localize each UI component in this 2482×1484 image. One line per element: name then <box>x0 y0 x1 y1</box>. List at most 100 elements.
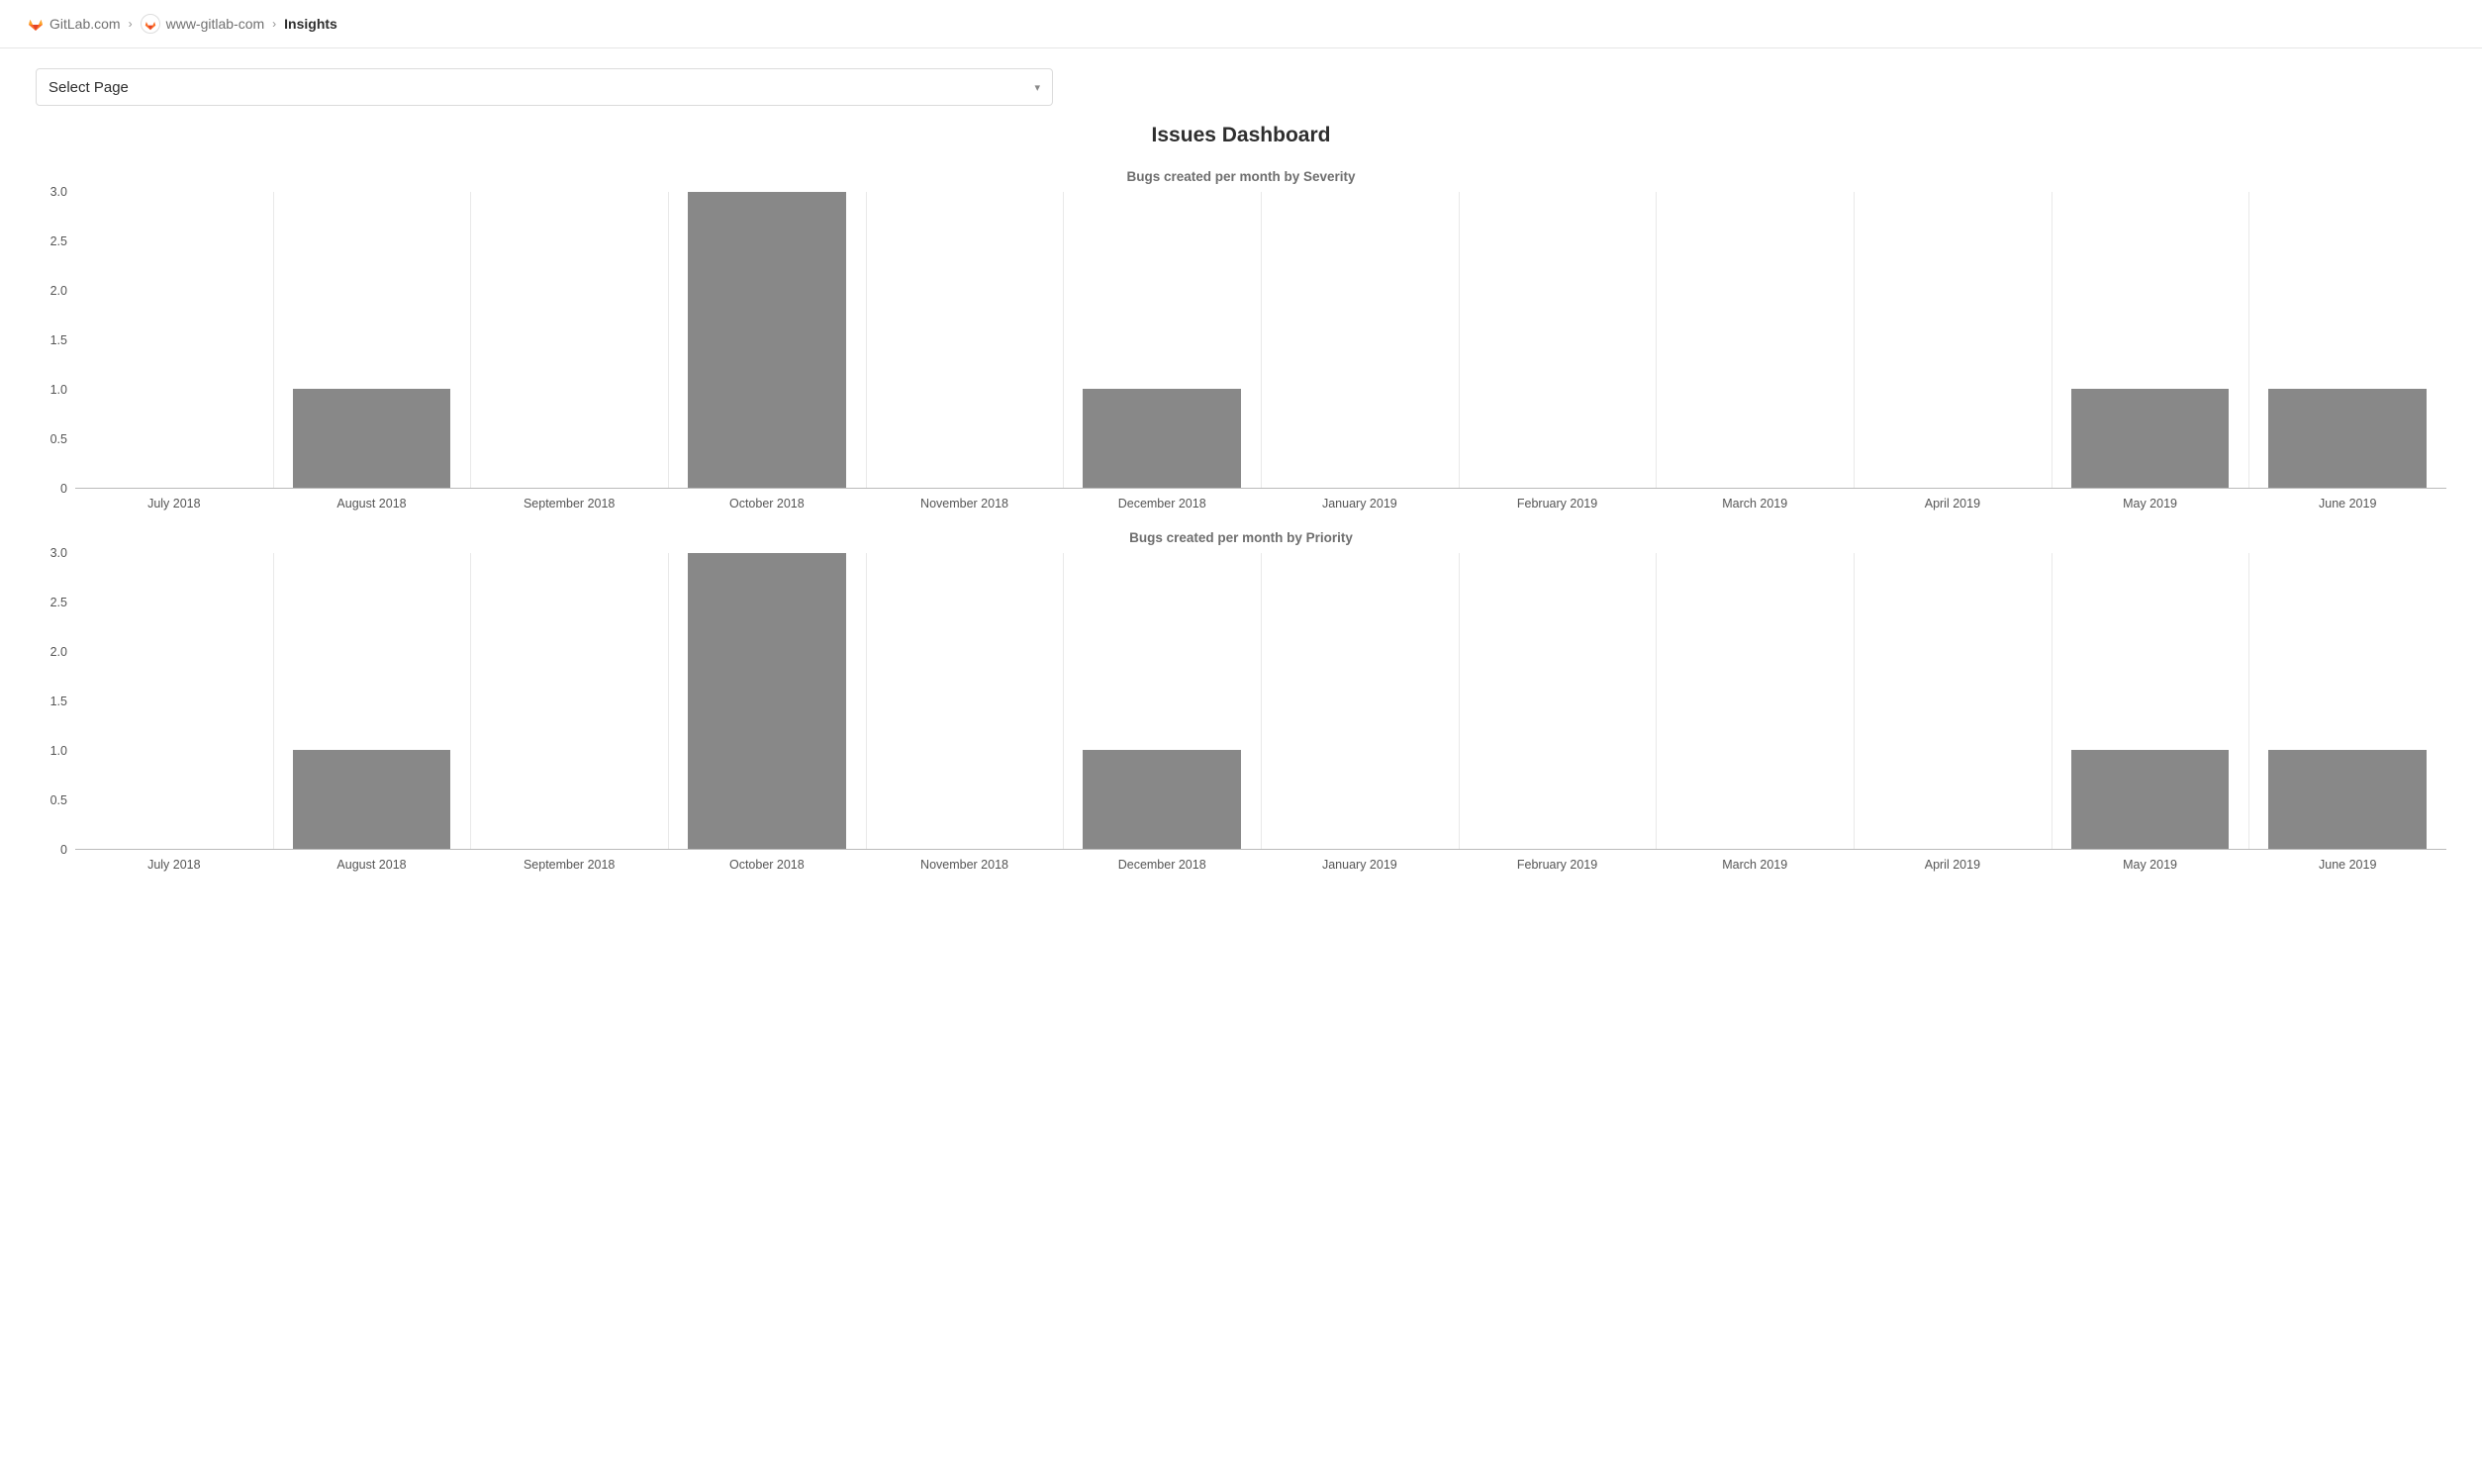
chevron-right-icon: › <box>129 17 133 31</box>
x-tick-label: August 2018 <box>273 858 471 872</box>
bar-column <box>1063 553 1261 849</box>
bar-column <box>668 553 866 849</box>
bar-column <box>273 553 471 849</box>
bar-column <box>1656 553 1854 849</box>
bar-column <box>1459 192 1657 488</box>
x-tick-label: November 2018 <box>866 497 1064 510</box>
bar-column <box>75 553 273 849</box>
y-tick-label: 0 <box>60 482 67 496</box>
bar-column <box>668 192 866 488</box>
main-content: Select Page ▾ Issues Dashboard Bugs crea… <box>0 48 2482 921</box>
x-tick-label: September 2018 <box>470 497 668 510</box>
x-tick-label: April 2019 <box>1854 858 2052 872</box>
x-tick-label: February 2019 <box>1459 858 1657 872</box>
y-tick-label: 0.5 <box>50 432 67 446</box>
x-tick-label: June 2019 <box>2248 497 2446 510</box>
bar-column <box>2248 553 2446 849</box>
x-tick-label: November 2018 <box>866 858 1064 872</box>
chart: 00.51.01.52.02.53.0 <box>36 553 2446 850</box>
bar[interactable] <box>688 192 846 488</box>
y-tick-label: 2.0 <box>50 645 67 659</box>
plot-area <box>75 553 2446 850</box>
x-tick-label: July 2018 <box>75 858 273 872</box>
x-tick-label: March 2019 <box>1656 858 1854 872</box>
bar-column <box>2052 192 2249 488</box>
breadcrumb-item[interactable]: GitLab.com <box>28 16 121 32</box>
x-axis: July 2018August 2018September 2018Octobe… <box>75 850 2446 872</box>
chevron-right-icon: › <box>272 17 276 31</box>
bar-column <box>1459 553 1657 849</box>
breadcrumb-label: GitLab.com <box>49 16 121 32</box>
y-axis: 00.51.01.52.02.53.0 <box>36 553 75 850</box>
bar[interactable] <box>1083 389 1241 488</box>
y-tick-label: 2.5 <box>50 596 67 609</box>
gitlab-icon <box>28 16 44 32</box>
bar-column <box>1854 553 2052 849</box>
y-tick-label: 2.0 <box>50 284 67 298</box>
x-tick-label: January 2019 <box>1261 858 1459 872</box>
chart-title: Bugs created per month by Priority <box>36 530 2446 545</box>
y-tick-label: 0 <box>60 843 67 857</box>
bar[interactable] <box>688 553 846 849</box>
bars <box>75 192 2446 488</box>
chart-block: Bugs created per month by Severity 0 0.5 1.… <box>36 169 2446 510</box>
bar-column <box>2052 553 2249 849</box>
bar[interactable] <box>293 389 451 488</box>
x-tick-label: October 2018 <box>668 858 866 872</box>
bar-column <box>470 192 668 488</box>
bar-column <box>1261 553 1459 849</box>
x-tick-label: January 2019 <box>1261 497 1459 510</box>
x-axis: July 2018August 2018September 2018Octobe… <box>75 489 2446 510</box>
y-tick-label: 1.0 <box>50 383 67 397</box>
x-tick-label: October 2018 <box>668 497 866 510</box>
page-title: Issues Dashboard <box>36 124 2446 147</box>
y-tick-label: 1.5 <box>50 333 67 347</box>
x-tick-label: December 2018 <box>1063 497 1261 510</box>
x-tick-label: December 2018 <box>1063 858 1261 872</box>
bar-column <box>75 192 273 488</box>
y-tick-label: 1.0 <box>50 744 67 758</box>
x-tick-label: March 2019 <box>1656 497 1854 510</box>
y-tick-label: 3.0 <box>50 185 67 199</box>
page-select-label: Select Page <box>48 79 129 96</box>
bar[interactable] <box>1083 750 1241 849</box>
bar[interactable] <box>2071 750 2230 849</box>
chevron-down-icon: ▾ <box>1034 81 1040 94</box>
x-tick-label: September 2018 <box>470 858 668 872</box>
chart-title: Bugs created per month by Severity <box>36 169 2446 184</box>
bar[interactable] <box>293 750 451 849</box>
bar-column <box>273 192 471 488</box>
chart-block: Bugs created per month by Priority 0 0.5 1.… <box>36 530 2446 872</box>
bar-column <box>2248 192 2446 488</box>
bar-column <box>1656 192 1854 488</box>
x-tick-label: July 2018 <box>75 497 273 510</box>
breadcrumb-current: Insights <box>284 16 337 32</box>
breadcrumb-item[interactable]: www-gitlab-com <box>141 14 265 34</box>
y-tick-label: 3.0 <box>50 546 67 560</box>
project-avatar <box>141 14 160 34</box>
chart: 00.51.01.52.02.53.0 <box>36 192 2446 489</box>
plot-area <box>75 192 2446 489</box>
charts-container: Bugs created per month by Severity 0 0.5 1.… <box>36 169 2446 872</box>
x-tick-label: June 2019 <box>2248 858 2446 872</box>
x-tick-label: May 2019 <box>2052 497 2249 510</box>
gitlab-icon <box>144 18 156 30</box>
y-axis: 00.51.01.52.02.53.0 <box>36 192 75 489</box>
x-tick-label: February 2019 <box>1459 497 1657 510</box>
y-tick-label: 1.5 <box>50 695 67 708</box>
bar-column <box>1854 192 2052 488</box>
bar[interactable] <box>2071 389 2230 488</box>
bar[interactable] <box>2268 750 2427 849</box>
x-tick-label: April 2019 <box>1854 497 2052 510</box>
bar[interactable] <box>2268 389 2427 488</box>
x-tick-label: May 2019 <box>2052 858 2249 872</box>
breadcrumb-label: www-gitlab-com <box>166 16 265 32</box>
x-tick-label: August 2018 <box>273 497 471 510</box>
bar-column <box>470 553 668 849</box>
y-tick-label: 0.5 <box>50 793 67 807</box>
bars <box>75 553 2446 849</box>
bar-column <box>866 553 1064 849</box>
page-select-dropdown[interactable]: Select Page ▾ <box>36 68 1053 106</box>
bar-column <box>1261 192 1459 488</box>
breadcrumb-bar: GitLab.com › www-gitlab-com › Insights <box>0 0 2482 48</box>
